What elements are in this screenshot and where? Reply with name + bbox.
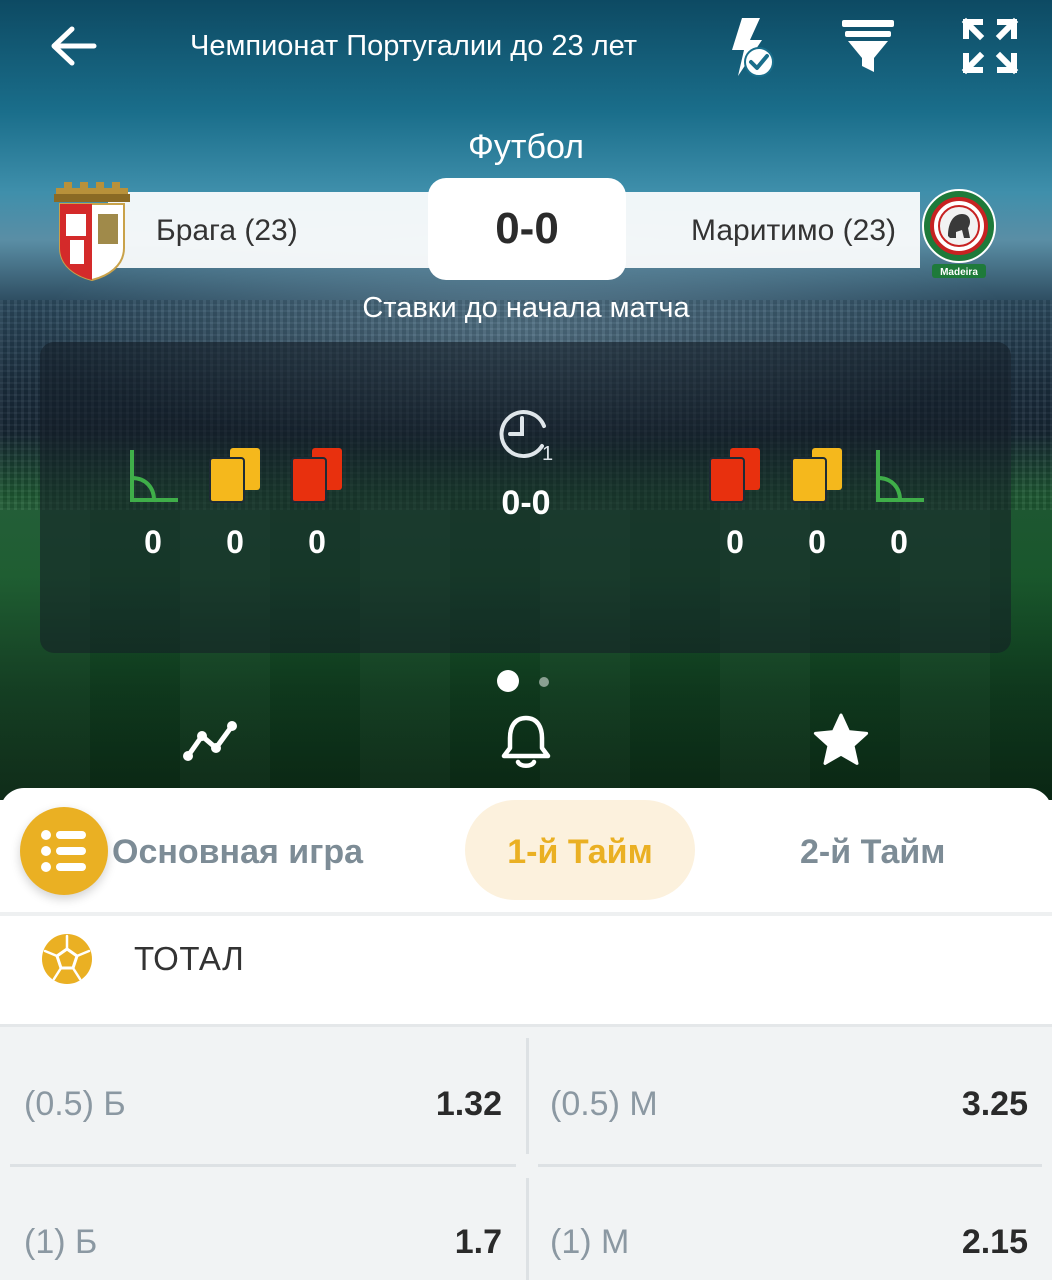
period-clock-label: 1 [542, 443, 553, 464]
period-clock-icon: 1 [499, 410, 553, 464]
odds-cell-over-0-5[interactable]: (0.5) Б 1.32 [24, 1035, 502, 1165]
odds-column-divider [526, 1038, 529, 1154]
match-score: 0-0 [428, 178, 626, 280]
period-score: 0-0 [501, 484, 551, 522]
away-corner-icon [876, 450, 924, 502]
football-icon [42, 934, 92, 984]
markets-menu-button[interactable] [20, 807, 108, 895]
odds-cell-over-1[interactable]: (1) Б 1.7 [24, 1173, 502, 1280]
tab-first-half[interactable]: 1-й Тайм [465, 800, 695, 900]
sport-label: Футбол [468, 128, 584, 166]
flash-check-icon [732, 18, 774, 77]
away-team-name: Маритимо (23) [691, 214, 896, 247]
odds-label: (1) М [550, 1223, 630, 1261]
stats-chart-icon[interactable] [180, 716, 240, 766]
home-corners-count: 0 [144, 524, 162, 560]
home-red-cards-count: 0 [308, 524, 326, 560]
list-icon [41, 830, 86, 872]
away-team-crest: Madeira [922, 189, 996, 278]
odds-cell-under-0-5[interactable]: (0.5) М 3.25 [550, 1035, 1028, 1165]
odds-row-divider [538, 1164, 1042, 1167]
top-app-bar: Чемпионат Португалии до 23 лет [0, 0, 1052, 95]
away-team-bar: Маритимо (23) [604, 192, 920, 268]
filter-icon [842, 20, 894, 72]
away-yellow-card-icon [791, 448, 842, 503]
odds-label: (0.5) М [550, 1085, 658, 1123]
home-yellow-card-icon [209, 448, 260, 503]
league-title: Чемпионат Португалии до 23 лет [190, 30, 638, 62]
market-title: ТОТАЛ [134, 940, 245, 977]
back-button[interactable] [44, 20, 100, 72]
away-corners-count: 0 [890, 524, 908, 560]
odds-cell-under-1[interactable]: (1) М 2.15 [550, 1173, 1028, 1280]
odds-value: 2.15 [961, 1223, 1028, 1261]
home-yellow-cards-count: 0 [226, 524, 244, 560]
home-team-name: Брага (23) [156, 214, 298, 247]
odds-label: (1) Б [24, 1223, 98, 1261]
away-yellow-cards-count: 0 [808, 524, 826, 560]
filter-button[interactable] [836, 14, 900, 78]
odds-value: 1.32 [435, 1085, 502, 1123]
away-red-cards-count: 0 [726, 524, 744, 560]
match-status: Ставки до начала матча [362, 292, 690, 324]
away-red-card-icon [709, 448, 760, 503]
star-icon[interactable] [812, 712, 870, 768]
pager-dot-active[interactable] [497, 670, 519, 692]
home-red-card-icon [291, 448, 342, 503]
odds-value: 3.25 [961, 1085, 1028, 1123]
home-corner-icon [130, 450, 178, 502]
expand-button[interactable] [958, 14, 1022, 78]
home-team-bar: Брага (23) [108, 192, 448, 268]
home-team-crest [54, 182, 130, 282]
odds-label: (0.5) Б [24, 1085, 126, 1123]
bell-icon[interactable] [496, 712, 556, 770]
odds-column-divider [526, 1178, 529, 1280]
tab-main-game[interactable]: Основная игра [112, 800, 412, 900]
odds-value: 1.7 [454, 1223, 502, 1261]
quick-bet-button[interactable] [716, 14, 780, 78]
expand-icon [961, 17, 1019, 75]
tab-second-half[interactable]: 2-й Тайм [800, 800, 1000, 900]
away-crest-text: Madeira [940, 267, 978, 278]
odds-row-divider [10, 1164, 516, 1167]
pager-dot[interactable] [539, 677, 549, 687]
back-arrow-icon [51, 26, 97, 66]
